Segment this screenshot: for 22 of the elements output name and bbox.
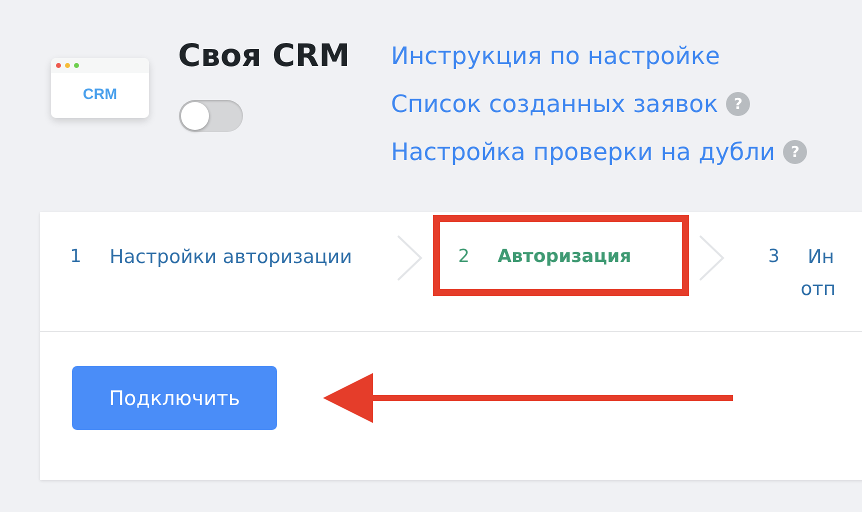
link[interactable]: Список созданных заявок <box>390 87 718 121</box>
step-label: Авторизация <box>498 245 632 269</box>
logo-text: CRM <box>82 85 118 106</box>
step-label: отп <box>800 277 836 302</box>
arrow-icon <box>323 371 733 425</box>
step-number: 1 <box>70 245 82 269</box>
step-number: 2 <box>458 245 470 269</box>
step-tab[interactable]: 2 Авторизация <box>458 241 682 273</box>
step-label: Настройки авторизации <box>109 245 352 270</box>
chevron-icon <box>699 235 726 281</box>
step-label: Ин <box>808 245 836 270</box>
chevron-icon <box>397 235 424 281</box>
step-tab[interactable]: 1 Настройки авторизации <box>70 241 352 273</box>
step-tab[interactable]: 3 Ин отп <box>768 241 836 305</box>
help-icon[interactable]: ? <box>783 140 808 164</box>
connect-button[interactable]: Подключить <box>72 366 277 430</box>
help-icon[interactable]: ? <box>726 92 750 116</box>
link[interactable]: Инструкция по настройке <box>390 39 720 73</box>
step-number: 3 <box>768 245 780 269</box>
link[interactable]: Настройка проверки на дубли <box>390 135 776 169</box>
app-title: Своя CRM <box>178 38 350 74</box>
toggle-switch[interactable] <box>179 100 243 132</box>
